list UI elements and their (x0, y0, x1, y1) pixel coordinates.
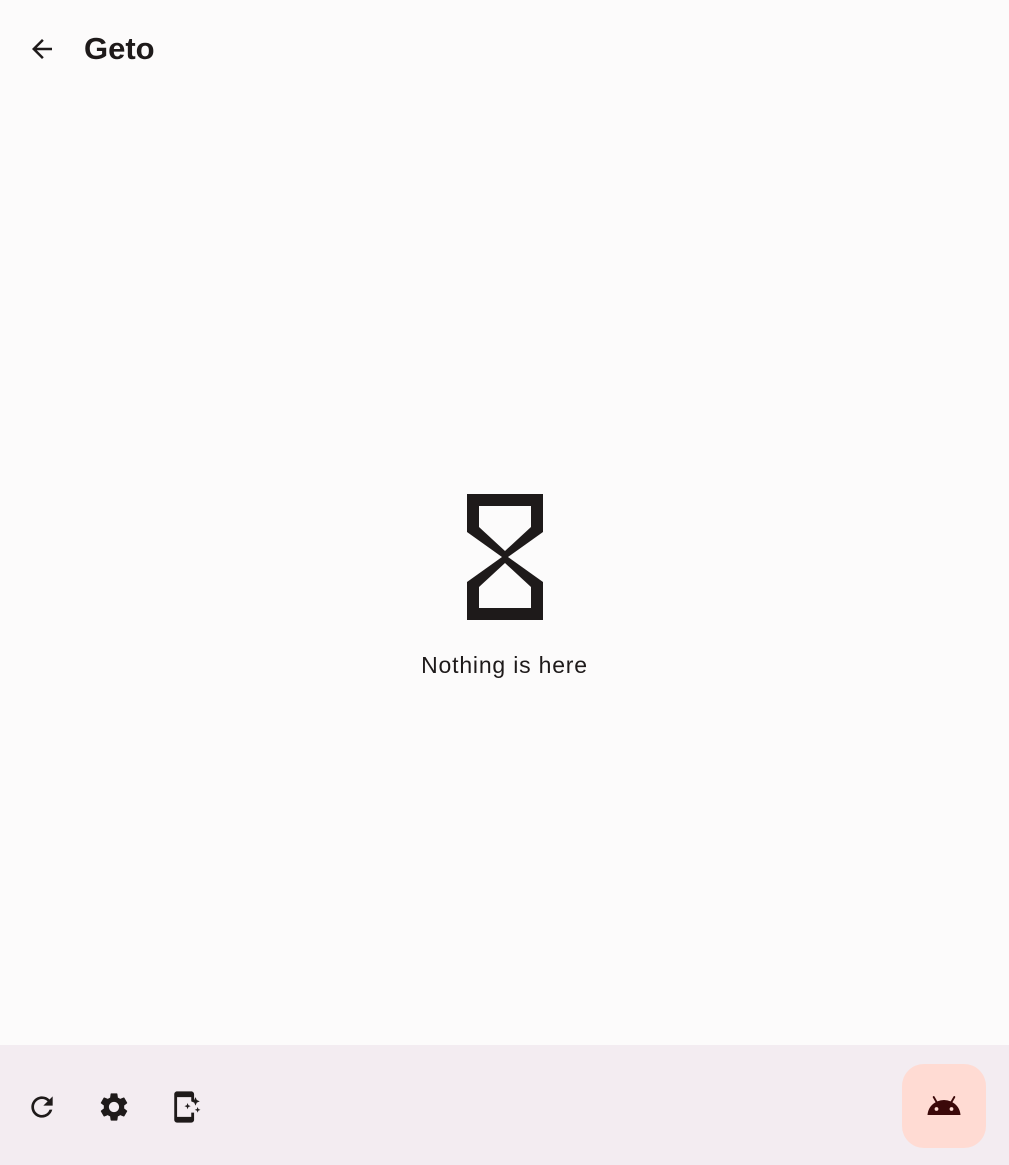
android-icon (927, 1096, 961, 1115)
bottom-app-bar (0, 1045, 1009, 1165)
app-shortcut-button[interactable] (163, 1083, 211, 1131)
hourglass-empty-icon (466, 494, 543, 620)
settings-button[interactable] (90, 1083, 138, 1131)
page-title: Geto (84, 31, 155, 66)
empty-message: Nothing is here (421, 652, 588, 678)
back-button[interactable] (18, 25, 66, 73)
settings-icon (100, 1093, 128, 1121)
refresh-button[interactable] (18, 1083, 66, 1131)
android-fab-button[interactable] (902, 1064, 986, 1148)
app-shortcut-icon (174, 1091, 201, 1123)
app-root: Geto Nothing is here (0, 0, 1009, 1165)
arrow-back-icon (32, 39, 52, 59)
empty-state: Nothing is here (0, 494, 1009, 679)
refresh-icon (31, 1096, 53, 1118)
top-app-bar: Geto (0, 0, 1009, 100)
